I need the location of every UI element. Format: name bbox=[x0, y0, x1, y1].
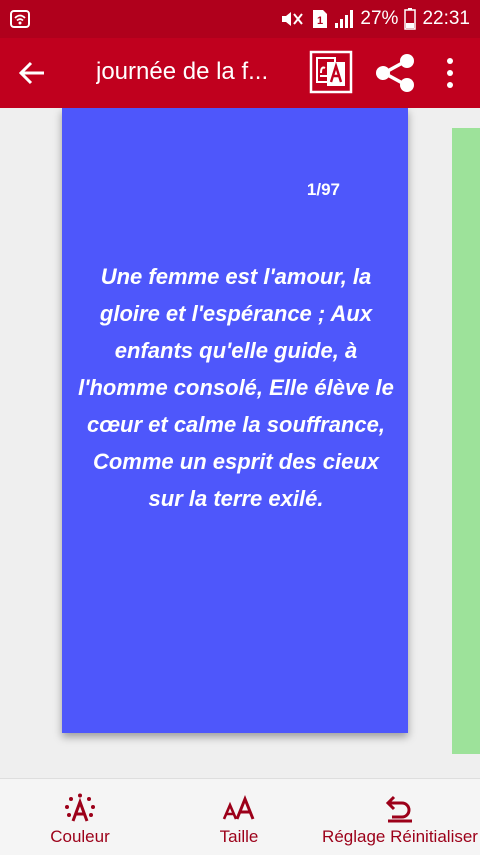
quote-text: Une femme est l'amour, la gloire et l'es… bbox=[78, 264, 394, 511]
svg-text:1: 1 bbox=[317, 15, 323, 27]
translate-icon[interactable] bbox=[309, 50, 353, 94]
color-palette-icon bbox=[65, 793, 95, 822]
battery-icon bbox=[404, 8, 417, 30]
sim-card-icon: 1 bbox=[313, 10, 328, 28]
quote-pager[interactable]: 1/97 Une femme est l'amour, la gloire et… bbox=[0, 108, 480, 778]
color-button[interactable]: Couleur bbox=[40, 779, 120, 855]
app-bar: journée de la f... bbox=[0, 38, 480, 108]
page-counter: 1/97 bbox=[306, 180, 340, 199]
status-right-group: 1 27% 22:31 bbox=[280, 6, 470, 32]
next-quote-card[interactable] bbox=[452, 128, 480, 754]
signal-icon bbox=[335, 10, 354, 28]
battery-percent: 27% bbox=[360, 8, 399, 29]
reset-button-label: Réglage Réinitialiser bbox=[322, 827, 478, 846]
reset-icon bbox=[385, 795, 412, 823]
status-time: 22:31 bbox=[422, 8, 470, 29]
color-button-label: Couleur bbox=[50, 827, 110, 846]
more-vert-icon[interactable] bbox=[441, 56, 459, 90]
page-title: journée de la f... bbox=[96, 58, 269, 85]
bottom-toolbar: Couleur Taille Réglage Réinitialiser bbox=[0, 778, 480, 855]
reset-button[interactable]: Réglage Réinitialiser bbox=[322, 779, 478, 855]
size-button[interactable]: Taille bbox=[206, 779, 272, 855]
size-button-label: Taille bbox=[219, 827, 259, 846]
text-size-icon bbox=[222, 794, 255, 820]
mute-icon bbox=[282, 12, 304, 26]
quote-card[interactable]: 1/97 Une femme est l'amour, la gloire et… bbox=[62, 108, 408, 733]
back-arrow-icon[interactable] bbox=[18, 59, 46, 87]
status-bar: 1 27% 22:31 bbox=[0, 0, 480, 38]
wifi-hotspot-icon bbox=[10, 10, 30, 28]
share-icon[interactable] bbox=[374, 53, 416, 93]
